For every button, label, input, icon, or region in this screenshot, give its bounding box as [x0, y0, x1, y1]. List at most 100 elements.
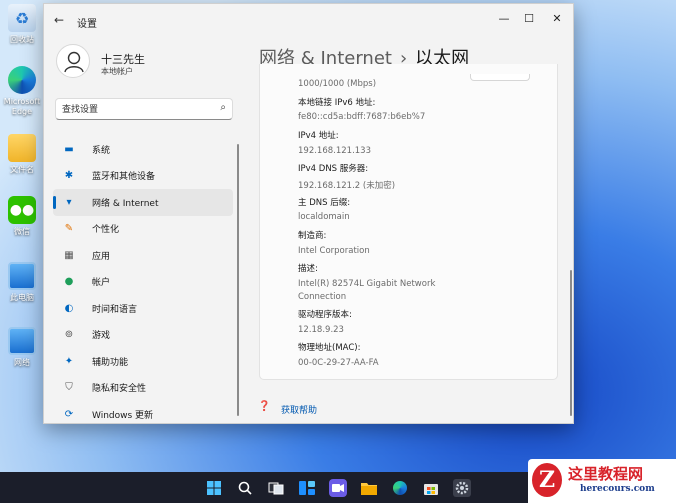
shield-icon: ⛉ [65, 382, 73, 394]
description-value-line1: Intel(R) 82574L Gigabit Network [298, 279, 436, 289]
network-icon [8, 327, 36, 355]
settings-icon[interactable] [453, 478, 471, 497]
sidebar-item-label: 系统 [92, 145, 111, 156]
dns-suffix-label: 主 DNS 后缀: [298, 198, 351, 208]
sidebar-item-gaming[interactable]: ⊚ 游戏 [53, 322, 233, 349]
computer-icon [8, 262, 36, 290]
dns-label: IPv4 DNS 服务器: [298, 164, 369, 174]
sidebar-item-label: 网络 & Internet [92, 198, 159, 209]
gamepad-icon: ⊚ [64, 329, 74, 341]
desktop-icon-label: 回收站 [10, 35, 34, 44]
sidebar-item-label: 游戏 [92, 331, 111, 342]
sidebar-item-windows-update[interactable]: ⟳ Windows 更新 [53, 401, 233, 423]
minimize-button[interactable]: — [494, 10, 514, 28]
desktop-icon-wechat[interactable]: ●● 微信 [2, 196, 42, 237]
desktop-icon-label: 微信 [14, 227, 30, 236]
ipv6-label: 本地链接 IPv6 地址: [298, 98, 376, 108]
search-icon[interactable]: ⌕ [220, 102, 226, 113]
driver-version-label: 驱动程序版本: [298, 310, 352, 320]
watermark-logo: Z [532, 463, 562, 497]
desktop-icon-computer[interactable]: 此电脑 [2, 262, 42, 303]
account-type: 本地帐户 [101, 67, 133, 76]
wechat-icon: ●● [8, 196, 36, 224]
sidebar-item-privacy[interactable]: ⛉ 隐私和安全性 [53, 375, 233, 402]
chat-icon[interactable] [329, 478, 347, 497]
dns-value: 192.168.121.2 (未加密) [298, 181, 396, 191]
watermark-title: 这里教程网 [568, 465, 644, 483]
brush-icon: ✎ [64, 223, 74, 235]
sidebar-item-label: 个性化 [92, 225, 120, 236]
help-icon: ❓ [258, 401, 271, 412]
search-input[interactable] [62, 102, 212, 117]
sidebar-scrollbar[interactable] [237, 144, 239, 416]
driver-version-value: 12.18.9.23 [298, 325, 344, 335]
apps-icon: ▦ [64, 249, 74, 261]
sidebar-item-label: 隐私和安全性 [92, 384, 147, 395]
sidebar-item-bluetooth[interactable]: ✱ 蓝牙和其他设备 [53, 163, 233, 190]
desktop-icon-network[interactable]: 网络 [2, 327, 42, 368]
ipv4-label: IPv4 地址: [298, 131, 339, 141]
sidebar-item-time-language[interactable]: ◐ 时间和语言 [53, 295, 233, 322]
widgets-icon[interactable] [298, 479, 316, 497]
search-box[interactable]: ⌕ [55, 98, 233, 120]
sidebar-nav: ▬ 系统 ✱ 蓝牙和其他设备 ▾ 网络 & Internet ✎ 个性化 ▦ 应… [53, 136, 233, 423]
sidebar-item-network[interactable]: ▾ 网络 & Internet [53, 189, 233, 216]
mac-value: 00-0C-29-27-AA-FA [298, 358, 379, 368]
desktop-icon-label: 此电脑 [10, 293, 34, 302]
account-icon: ● [64, 276, 74, 288]
desktop-icon-recycle-bin[interactable]: ♻ 回收站 [2, 4, 42, 45]
dns-suffix-value: localdomain [298, 212, 350, 222]
user-icon [64, 51, 84, 73]
manufacturer-label: 制造商: [298, 231, 327, 241]
edge-icon[interactable] [391, 479, 409, 497]
sidebar-item-accessibility[interactable]: ✦ 辅助功能 [53, 348, 233, 375]
title-bar: ← 设置 — ☐ ✕ [44, 4, 573, 36]
close-button[interactable]: ✕ [547, 10, 567, 28]
maximize-button[interactable]: ☐ [519, 10, 539, 28]
content-scrollbar[interactable] [570, 270, 572, 416]
window-title: 设置 [77, 19, 97, 30]
mac-label: 物理地址(MAC): [298, 343, 361, 353]
get-help-link[interactable]: 获取帮助 [281, 403, 317, 416]
edge-icon [8, 66, 36, 94]
sidebar-item-accounts[interactable]: ● 帐户 [53, 269, 233, 296]
start-icon[interactable] [205, 479, 223, 497]
file-explorer-icon[interactable] [360, 479, 378, 497]
link-speed-value: 1000/1000 (Mbps) [298, 79, 377, 89]
store-icon[interactable] [422, 479, 440, 497]
sidebar-item-apps[interactable]: ▦ 应用 [53, 242, 233, 269]
sidebar-item-label: 辅助功能 [92, 357, 129, 368]
sidebar-item-label: 应用 [92, 251, 111, 262]
sidebar-item-label: Windows 更新 [92, 410, 154, 421]
back-button[interactable]: ← [54, 13, 64, 27]
manufacturer-value: Intel Corporation [298, 246, 370, 256]
copy-button[interactable] [470, 74, 530, 81]
sidebar-item-personalization[interactable]: ✎ 个性化 [53, 216, 233, 243]
recycle-bin-icon: ♻ [8, 4, 36, 32]
watermark-url: herecours.com [580, 484, 655, 494]
sidebar-item-label: 帐户 [92, 278, 111, 289]
update-icon: ⟳ [64, 408, 74, 420]
wifi-icon: ▾ [66, 196, 72, 208]
description-value-line2: Connection [298, 292, 347, 302]
settings-window: ← 设置 — ☐ ✕ 十三先生 本地帐户 ⌕ ▬ 系统 ✱ 蓝牙和其他设备 ▾ … [43, 3, 574, 424]
avatar[interactable] [56, 44, 90, 78]
globe-clock-icon: ◐ [64, 302, 74, 314]
search-icon[interactable] [236, 479, 254, 497]
sidebar-item-label: 蓝牙和其他设备 [92, 172, 156, 183]
desktop-icon-edge[interactable]: Microsoft Edge [2, 66, 42, 117]
ipv6-value: fe80::cd5a:bdff:7687:b6eb%7 [298, 112, 426, 122]
desktop-icon-label: 网络 [14, 358, 30, 367]
bluetooth-icon: ✱ [64, 170, 74, 182]
accessibility-icon: ✦ [64, 355, 74, 367]
ipv4-value: 192.168.121.133 [298, 146, 372, 156]
folder-icon [8, 134, 36, 162]
desktop-icon-label: Microsoft Edge [3, 97, 41, 116]
description-label: 描述: [298, 264, 318, 274]
system-icon: ▬ [64, 143, 74, 155]
task-view-icon[interactable] [267, 479, 285, 497]
watermark: Z 这里教程网 herecours.com [528, 459, 676, 503]
desktop-icon-folder[interactable]: 文件名 [2, 134, 42, 175]
sidebar-item-system[interactable]: ▬ 系统 [53, 136, 233, 163]
user-name: 十三先生 [101, 53, 145, 66]
